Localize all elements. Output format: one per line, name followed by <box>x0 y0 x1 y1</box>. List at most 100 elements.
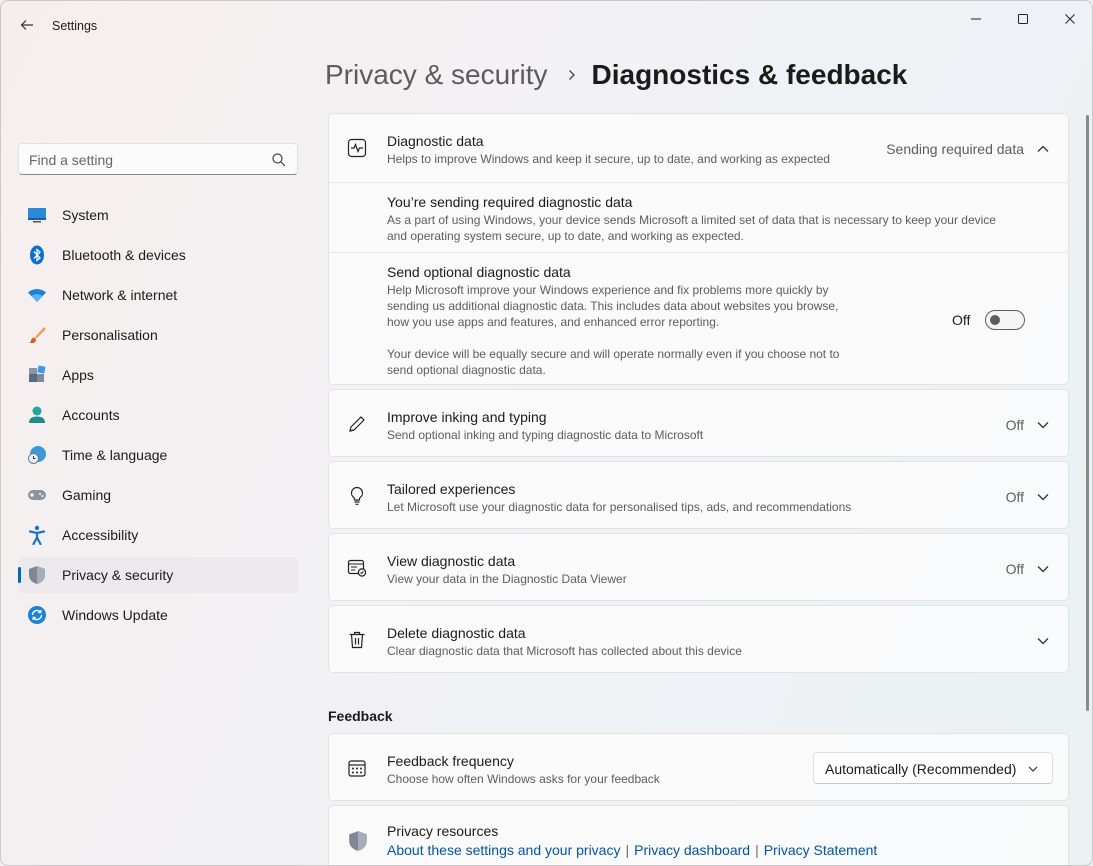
breadcrumb: Privacy & security Diagnostics & feedbac… <box>325 59 907 91</box>
sidebar-item-label: Personalisation <box>62 327 158 343</box>
close-icon <box>1065 14 1075 24</box>
chevron-down-icon <box>1028 766 1038 772</box>
search-box[interactable] <box>18 143 298 175</box>
inking-typing-card[interactable]: Improve inking and typing Send optional … <box>328 389 1069 457</box>
back-button[interactable] <box>15 13 39 37</box>
link-separator: | <box>625 842 630 858</box>
close-button[interactable] <box>1050 7 1090 31</box>
diagnostic-data-title: Diagnostic data <box>387 133 484 149</box>
feedback-frequency-dropdown[interactable]: Automatically (Recommended) <box>813 752 1053 784</box>
sidebar-item-label: Network & internet <box>62 287 178 303</box>
sidebar-item-windows-update[interactable]: Windows Update <box>18 597 298 633</box>
settings-window: Settings System Bluetooth & devices Netw… <box>0 0 1093 866</box>
system-monitor-icon <box>28 208 46 223</box>
breadcrumb-parent[interactable]: Privacy & security <box>325 59 548 91</box>
sidebar-item-label: Accounts <box>62 407 120 423</box>
view-diagnostic-data-status: Off <box>1005 561 1024 577</box>
optional-data-toggle-label: Off <box>952 312 971 328</box>
view-diagnostic-data-card[interactable]: View diagnostic data View your data in t… <box>328 533 1069 601</box>
sidebar-item-label: Windows Update <box>62 607 168 623</box>
diagnostic-data-description: Helps to improve Windows and keep it sec… <box>387 152 830 166</box>
sidebar-item-label: Apps <box>62 367 94 383</box>
shield-icon <box>349 831 367 851</box>
sidebar-item-bluetooth[interactable]: Bluetooth & devices <box>18 237 298 273</box>
sidebar-item-label: Accessibility <box>62 527 139 543</box>
feedback-frequency-description: Choose how often Windows asks for your f… <box>387 772 660 786</box>
sidebar-item-apps[interactable]: Apps <box>18 357 298 393</box>
optional-data-title: Send optional diagnostic data <box>387 264 571 280</box>
link-privacy-dashboard[interactable]: Privacy dashboard <box>634 842 750 858</box>
view-diagnostic-data-title: View diagnostic data <box>387 553 516 569</box>
optional-data-row: Send optional diagnostic data Help Micro… <box>329 253 1068 385</box>
link-privacy-statement[interactable]: Privacy Statement <box>764 842 878 858</box>
sidebar-item-label: System <box>62 207 109 223</box>
required-data-title: You’re sending required diagnostic data <box>387 194 633 210</box>
chevron-down-icon[interactable] <box>1035 633 1051 649</box>
arrow-left-icon <box>20 20 33 30</box>
delete-diagnostic-data-card[interactable]: Delete diagnostic data Clear diagnostic … <box>328 605 1069 673</box>
optional-data-note-line1: Your device will be equally secure and w… <box>387 347 840 361</box>
delete-diagnostic-data-title: Delete diagnostic data <box>387 625 526 641</box>
globe-clock-icon <box>28 446 46 464</box>
delete-diagnostic-data-description: Clear diagnostic data that Microsoft has… <box>387 644 742 658</box>
feedback-frequency-card: Feedback frequency Choose how often Wind… <box>328 733 1069 801</box>
link-separator: | <box>755 842 759 858</box>
paintbrush-icon <box>29 327 46 344</box>
required-data-description-line1: As a part of using Windows, your device … <box>387 213 996 227</box>
chevron-up-icon[interactable] <box>1035 141 1051 157</box>
toggle-knob <box>990 315 1000 325</box>
bluetooth-icon <box>30 245 44 265</box>
calendar-icon <box>348 760 366 777</box>
diagnostic-data-header[interactable]: Diagnostic data Helps to improve Windows… <box>329 114 1068 182</box>
sidebar-item-gaming[interactable]: Gaming <box>18 477 298 513</box>
tailored-experiences-card[interactable]: Tailored experiences Let Microsoft use y… <box>328 461 1069 529</box>
sidebar-item-personalisation[interactable]: Personalisation <box>18 317 298 353</box>
optional-data-description-line1: Help Microsoft improve your Windows expe… <box>387 283 829 297</box>
maximize-icon <box>1018 14 1028 24</box>
feedback-section-title: Feedback <box>328 708 393 724</box>
search-input[interactable] <box>29 150 259 170</box>
required-data-row: You’re sending required diagnostic data … <box>329 183 1068 251</box>
sidebar-item-label: Bluetooth & devices <box>62 247 186 263</box>
maximize-button[interactable] <box>1003 7 1043 31</box>
trash-icon <box>349 631 365 649</box>
diagnostic-data-card: Diagnostic data Helps to improve Windows… <box>328 113 1069 385</box>
diagnostic-data-status: Sending required data <box>886 141 1024 157</box>
optional-data-toggle[interactable] <box>985 310 1025 330</box>
data-viewer-icon <box>347 559 367 577</box>
inking-typing-title: Improve inking and typing <box>387 409 547 425</box>
accessibility-icon <box>28 525 46 545</box>
optional-data-description-line3: how you use apps and features, and enhan… <box>387 315 720 329</box>
search-icon[interactable] <box>271 152 287 168</box>
minimize-button[interactable] <box>956 7 996 31</box>
wifi-icon <box>28 289 46 302</box>
minimize-icon <box>971 18 981 20</box>
privacy-resources-title: Privacy resources <box>387 823 499 839</box>
inking-typing-status: Off <box>1005 417 1024 433</box>
inking-typing-description: Send optional inking and typing diagnost… <box>387 428 704 442</box>
sidebar-item-accessibility[interactable]: Accessibility <box>18 517 298 553</box>
link-about-settings-privacy[interactable]: About these settings and your privacy <box>387 842 620 858</box>
required-data-description-line2: and operating system secure, up to date,… <box>387 229 744 243</box>
pulse-icon <box>347 138 367 158</box>
sidebar-item-label: Gaming <box>62 487 112 503</box>
sidebar-item-accounts[interactable]: Accounts <box>18 397 298 433</box>
sidebar-item-label: Time & language <box>62 447 168 463</box>
optional-data-note-line2: send optional diagnostic data. <box>387 363 546 377</box>
sidebar-item-privacy-security[interactable]: Privacy & security <box>18 557 298 593</box>
dropdown-selected-value: Automatically (Recommended) <box>825 761 1017 777</box>
chevron-down-icon[interactable] <box>1035 417 1051 433</box>
chevron-down-icon[interactable] <box>1035 561 1051 577</box>
tailored-experiences-description: Let Microsoft use your diagnostic data f… <box>387 500 852 514</box>
sidebar-item-network[interactable]: Network & internet <box>18 277 298 313</box>
privacy-links: About these settings and your privacy | Pr… <box>387 842 877 858</box>
sidebar-item-system[interactable]: System <box>18 197 298 233</box>
scrollbar[interactable] <box>1086 115 1089 711</box>
chevron-down-icon[interactable] <box>1035 489 1051 505</box>
privacy-resources-card: Privacy resources About these settings a… <box>328 805 1069 865</box>
gamepad-icon <box>28 490 46 500</box>
pen-icon <box>349 416 365 432</box>
person-icon <box>29 406 45 423</box>
lightbulb-icon <box>350 486 364 505</box>
sidebar-item-time-language[interactable]: Time & language <box>18 437 298 473</box>
